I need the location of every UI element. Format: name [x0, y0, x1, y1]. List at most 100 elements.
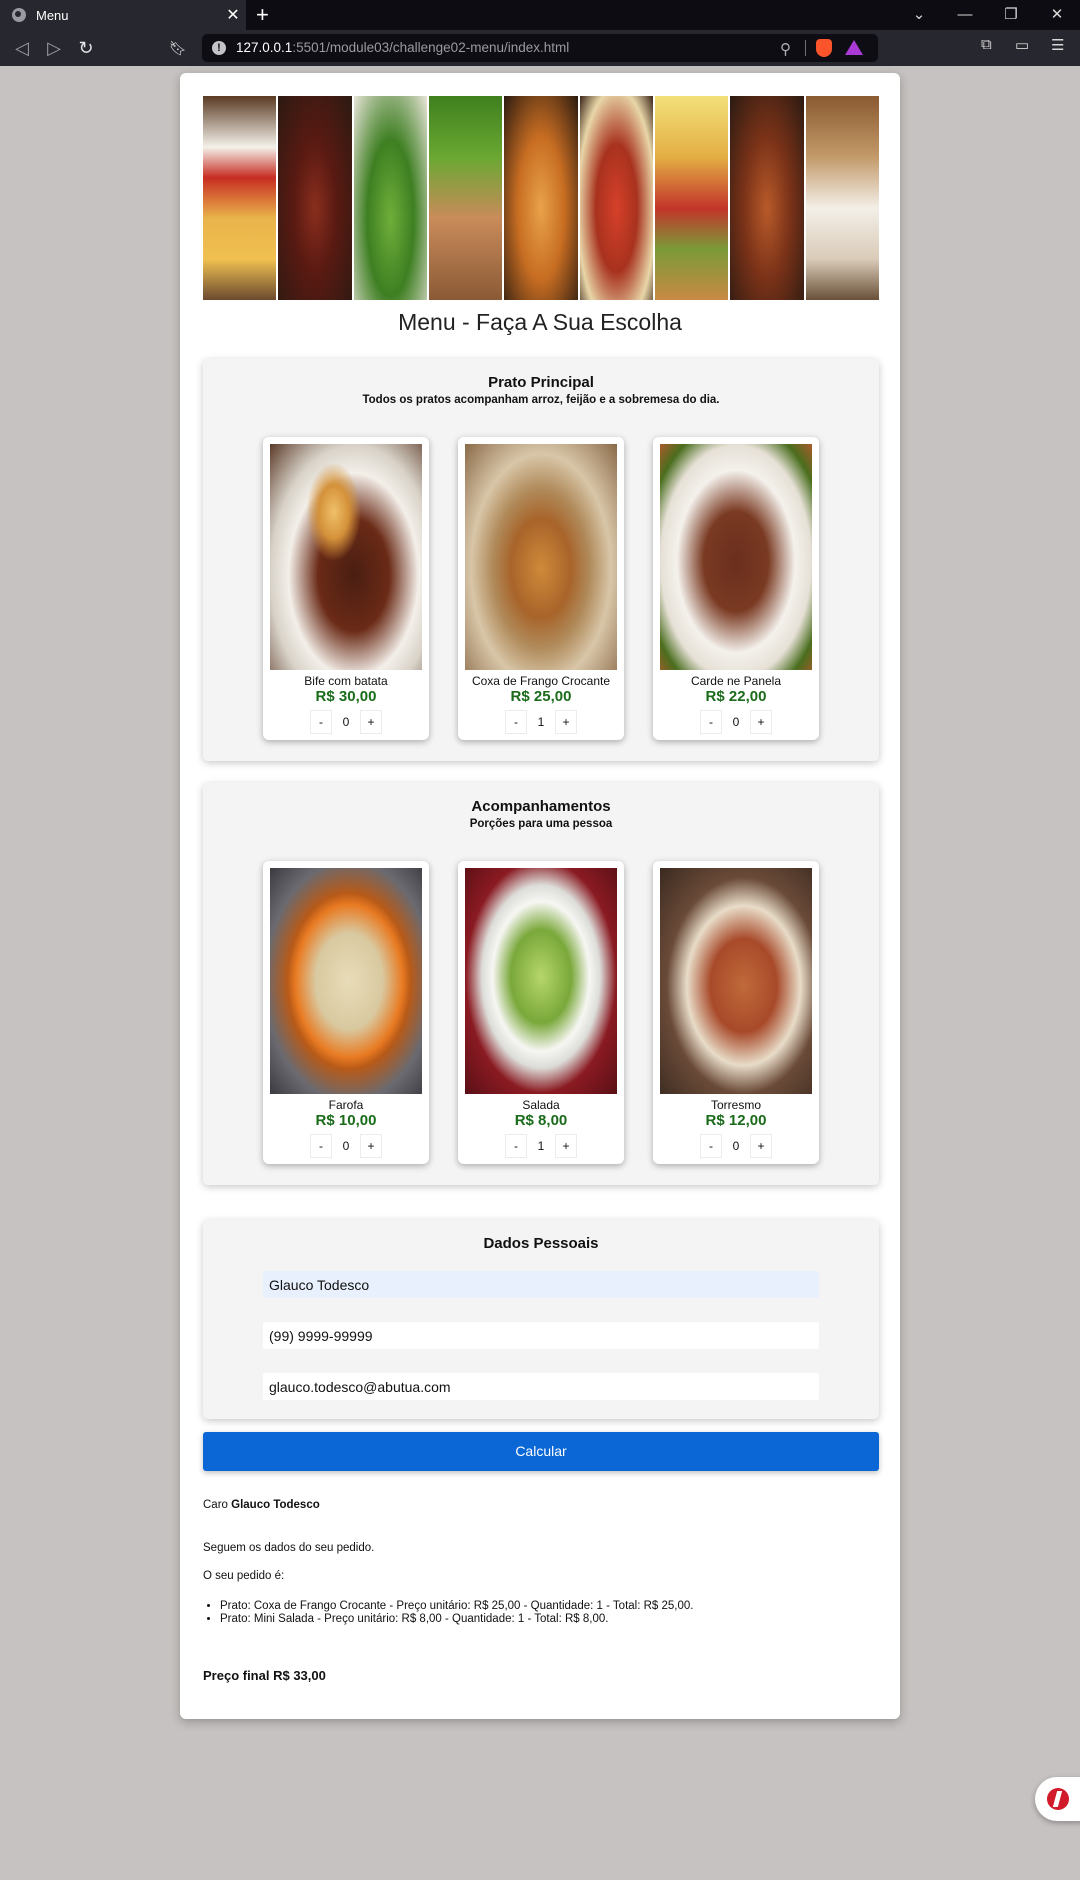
banner-spaghetti-photo	[579, 96, 655, 300]
banner-chicken-photo	[428, 96, 505, 300]
browser-tab-strip: Menu ✕ + ⌄ — ❐ ✕	[0, 0, 1080, 30]
reload-icon[interactable]: ↻	[74, 36, 98, 60]
quantity-value: 0	[342, 1139, 350, 1153]
browser-toolbar: ◁ ▷ ↻ 🔖︎ ! 127.0.0.1:5501/module03/chall…	[0, 30, 1080, 66]
side-card: Torresmo R$ 12,00 - 0 +	[653, 861, 819, 1164]
tab-title: Menu	[36, 7, 69, 23]
browser-tab-menu[interactable]: Menu ✕	[0, 0, 246, 30]
order-item: Prato: Mini Salada - Preço unitário: R$ …	[220, 1613, 693, 1625]
increase-button[interactable]: +	[555, 1134, 577, 1158]
quantity-stepper: - 0 +	[653, 710, 819, 734]
decrease-button[interactable]: -	[505, 710, 527, 734]
dish-price: R$ 30,00	[315, 688, 377, 705]
increase-button[interactable]: +	[750, 1134, 772, 1158]
order-items-list: Prato: Coxa de Frango Crocante - Preço u…	[203, 1600, 693, 1626]
personal-data-section: Dados Pessoais	[203, 1220, 879, 1419]
calculate-button[interactable]: Calcular	[203, 1432, 879, 1471]
dish-card: Coxa de Frango Crocante R$ 25,00 - 1 +	[458, 437, 624, 740]
forward-icon[interactable]: ▷	[42, 36, 66, 60]
increase-button[interactable]: +	[750, 710, 772, 734]
url-text[interactable]: 127.0.0.1:5501/module03/challenge02-menu…	[236, 40, 569, 55]
side-card: Salada R$ 8,00 - 1 +	[458, 861, 624, 1164]
increase-button[interactable]: +	[555, 710, 577, 734]
increase-button[interactable]: +	[360, 1134, 382, 1158]
menu-page-card: Menu - Faça A Sua Escolha Prato Principa…	[180, 73, 900, 1719]
quantity-value: 0	[732, 1139, 740, 1153]
section-subtitle: Porções para uma pessoa	[469, 818, 613, 830]
quantity-stepper: - 0 +	[263, 1134, 429, 1158]
chevron-down-icon[interactable]: ⌄	[896, 0, 942, 30]
url-path: :5501/module03/challenge02-menu/index.ht…	[292, 40, 570, 55]
main-dishes-section: Prato Principal Todos os pratos acompanh…	[203, 359, 879, 761]
result-intro: Seguem os dados do seu pedido.	[203, 1542, 375, 1554]
quantity-value: 0	[732, 715, 740, 729]
widget-logo-icon	[1047, 1788, 1069, 1810]
back-icon[interactable]: ◁	[10, 36, 34, 60]
sides-section: Acompanhamentos Porções para uma pessoa …	[203, 783, 879, 1185]
dish-photo	[660, 444, 812, 670]
address-divider	[805, 40, 806, 56]
customer-name: Glauco Todesco	[231, 1499, 320, 1511]
wallet-icon[interactable]: ▭	[1015, 36, 1029, 54]
decrease-button[interactable]: -	[505, 1134, 527, 1158]
side-photo	[660, 868, 812, 1094]
side-name: Farofa	[328, 1098, 364, 1112]
final-price-label: Preço final	[203, 1668, 270, 1683]
side-price: R$ 8,00	[514, 1112, 568, 1129]
email-field[interactable]	[263, 1373, 819, 1400]
tab-close-icon[interactable]: ✕	[220, 5, 246, 25]
quantity-value: 0	[342, 715, 350, 729]
quantity-stepper: - 1 +	[458, 1134, 624, 1158]
quantity-value: 1	[537, 715, 545, 729]
browser-menu-icon[interactable]: ☰	[1051, 36, 1064, 54]
result-greeting: Caro Glauco Todesco	[203, 1499, 320, 1511]
section-title: Acompanhamentos	[471, 798, 611, 815]
side-price: R$ 12,00	[705, 1112, 767, 1129]
banner-taco-photo	[654, 96, 731, 300]
section-subtitle: Todos os pratos acompanham arroz, feijão…	[362, 394, 720, 406]
site-info-icon[interactable]: !	[212, 41, 226, 55]
side-photo	[270, 868, 422, 1094]
increase-button[interactable]: +	[360, 710, 382, 734]
decrease-button[interactable]: -	[310, 1134, 332, 1158]
globe-icon	[12, 8, 26, 22]
dish-photo	[270, 444, 422, 670]
banner-salad-photo	[353, 96, 429, 300]
side-name: Torresmo	[710, 1098, 761, 1112]
quantity-stepper: - 1 +	[458, 710, 624, 734]
new-tab-button[interactable]: +	[256, 2, 269, 28]
quantity-stepper: - 0 +	[653, 1134, 819, 1158]
dish-price: R$ 22,00	[705, 688, 767, 705]
restore-button[interactable]: ❐	[988, 0, 1034, 30]
brave-rewards-icon[interactable]	[845, 40, 863, 55]
decrease-button[interactable]: -	[310, 710, 332, 734]
quantity-stepper: - 0 +	[263, 710, 429, 734]
dish-name: Coxa de Frango Crocante	[471, 674, 611, 688]
decrease-button[interactable]: -	[700, 710, 722, 734]
decrease-button[interactable]: -	[700, 1134, 722, 1158]
address-bar[interactable]: ! 127.0.0.1:5501/module03/challenge02-me…	[202, 34, 878, 62]
greeting-prefix: Caro	[203, 1499, 228, 1511]
side-card: Farofa R$ 10,00 - 0 +	[263, 861, 429, 1164]
dish-price: R$ 25,00	[510, 688, 572, 705]
food-banner-image	[203, 96, 879, 300]
page-title: Menu - Faça A Sua Escolha	[398, 309, 682, 335]
section-title: Prato Principal	[488, 374, 594, 391]
side-name: Salada	[522, 1098, 560, 1112]
name-field[interactable]	[263, 1271, 819, 1298]
banner-fries-photo	[203, 96, 279, 300]
window-close-button[interactable]: ✕	[1034, 0, 1080, 30]
phone-field[interactable]	[263, 1322, 819, 1349]
extensions-icon[interactable]: ⧉	[981, 36, 992, 53]
minimize-button[interactable]: —	[942, 0, 988, 30]
order-item: Prato: Coxa de Frango Crocante - Preço u…	[220, 1600, 693, 1612]
bookmark-icon[interactable]: 🔖︎	[166, 36, 190, 60]
banner-noodles-photo	[504, 96, 580, 300]
zoom-icon[interactable]: ⚲	[780, 40, 791, 58]
banner-steak-photo	[278, 96, 354, 300]
brave-shields-icon[interactable]	[816, 39, 832, 57]
dish-name: Bife com batata	[304, 674, 388, 688]
floating-widget-button[interactable]	[1035, 1777, 1080, 1821]
dish-card: Bife com batata R$ 30,00 - 0 +	[263, 437, 429, 740]
banner-salmon-photo	[730, 96, 806, 300]
